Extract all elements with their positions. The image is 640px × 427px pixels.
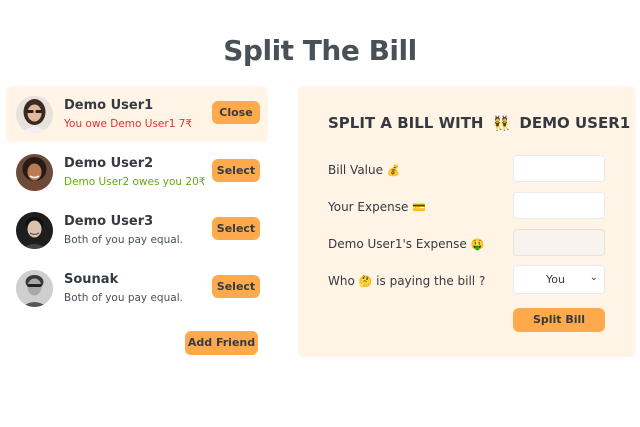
payer-select-value: You	[546, 273, 565, 286]
friend-item-2: Demo User2 Demo User2 owes you 20₹ Selec…	[6, 144, 268, 200]
avatar	[16, 96, 53, 133]
form-title-text: SPLIT A BILL WITH	[328, 114, 484, 132]
friend-expense-label: Demo User1's Expense 🤑	[328, 237, 485, 251]
bill-value-input[interactable]	[513, 155, 605, 182]
friend-balance: You owe Demo User1 7₹	[64, 118, 193, 130]
friends-list: Demo User1 You owe Demo User1 7₹ Close D…	[6, 86, 268, 318]
close-button[interactable]: Close	[212, 101, 260, 124]
bill-value-label: Bill Value 💰	[328, 163, 401, 177]
split-bill-button[interactable]: Split Bill	[513, 308, 605, 332]
credit-card-icon: 💳	[412, 201, 426, 214]
friend-name: Demo User3	[64, 214, 154, 229]
friend-name: Demo User2	[64, 156, 154, 171]
friend-name: Sounak	[64, 272, 119, 287]
your-expense-label: Your Expense 💳	[328, 200, 426, 214]
select-button[interactable]: Select	[212, 217, 260, 240]
money-bag-icon: 💰	[386, 164, 401, 177]
form-title-friend: DEMO USER1	[519, 114, 631, 132]
friend-balance: Both of you pay equal.	[64, 292, 183, 304]
friend-name: Demo User1	[64, 98, 154, 113]
payer-select[interactable]: You ⌄	[513, 265, 605, 294]
select-button[interactable]: Select	[212, 159, 260, 182]
friend-item-1: Demo User1 You owe Demo User1 7₹ Close	[6, 86, 268, 142]
friend-balance: Both of you pay equal.	[64, 234, 183, 246]
avatar	[16, 212, 53, 249]
dancers-icon: 👯	[492, 116, 511, 132]
friend-item-3: Demo User3 Both of you pay equal. Select	[6, 202, 268, 258]
money-face-icon: 🤑	[470, 238, 485, 251]
friend-balance: Demo User2 owes you 20₹	[64, 176, 206, 188]
avatar	[16, 270, 53, 307]
payer-label: Who 🤔 is paying the bill ?	[328, 274, 486, 288]
friend-item-4: Sounak Both of you pay equal. Select	[6, 260, 268, 316]
form-title: SPLIT A BILL WITH 👯 DEMO USER1	[328, 114, 630, 132]
friend-expense-input	[513, 229, 605, 256]
your-expense-input[interactable]	[513, 192, 605, 219]
select-button[interactable]: Select	[212, 275, 260, 298]
add-friend-button[interactable]: Add Friend	[185, 331, 258, 355]
page-title: Split The Bill	[223, 34, 417, 67]
avatar	[16, 154, 53, 191]
chevron-down-icon: ⌄	[589, 272, 598, 283]
split-bill-form: SPLIT A BILL WITH 👯 DEMO USER1 Bill Valu…	[298, 86, 636, 357]
thinking-face-icon: 🤔	[358, 275, 373, 288]
